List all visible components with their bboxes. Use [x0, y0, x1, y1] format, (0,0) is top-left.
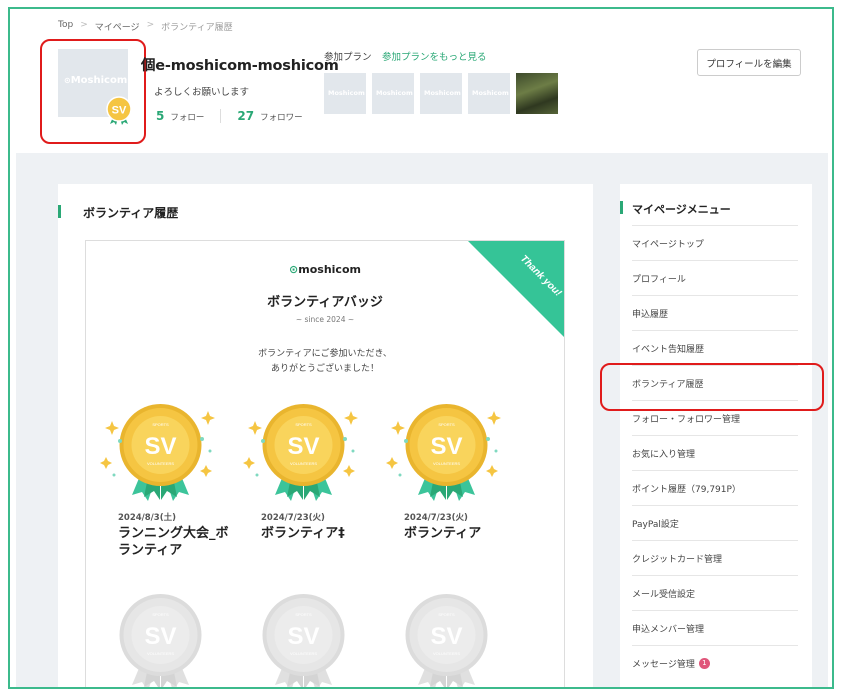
badge-date: 2024/7/23(火): [261, 513, 325, 523]
menu-item-label: マイページトップ: [632, 239, 704, 250]
plan-thumbnail[interactable]: Moshicom: [420, 73, 462, 114]
badge-card: Thank you! ⊙moshicom ボランティアバッジ ~ since 2…: [85, 240, 565, 687]
menu-item[interactable]: 申込履歴: [632, 295, 798, 330]
menu-item[interactable]: マイページトップ: [632, 225, 798, 260]
menu-list: マイページトップ プロフィール 申込履歴 イベント告知履歴 ボランティア履歴 フォロー・フ…: [632, 225, 798, 680]
menu-item-label: プロフィール: [632, 274, 686, 285]
notification-badge: 1: [698, 657, 710, 669]
svg-text:SPORTS: SPORTS: [438, 422, 455, 427]
badge-date: 2024/7/23(火): [404, 513, 468, 523]
plan-thumbnail-photo[interactable]: [516, 73, 558, 114]
svg-text:SV: SV: [430, 433, 462, 460]
svg-text:VOLUNTEERS: VOLUNTEERS: [147, 461, 174, 466]
mypage-menu: マイページメニュー マイページトップ プロフィール 申込履歴 イベント告知履歴 ボランテ…: [620, 184, 812, 687]
menu-highlight: [600, 363, 824, 411]
menu-item[interactable]: 申込メンバー管理: [632, 610, 798, 645]
badge-event-name: ランニング大会_ボランティア: [118, 526, 229, 558]
svg-text:VOLUNTEERS: VOLUNTEERS: [290, 651, 317, 656]
user-name: 個e-moshicom-moshicom: [141, 58, 339, 74]
plans-more-link[interactable]: 参加プランをもっと見る: [382, 49, 487, 63]
content-background: ボランティア履歴 Thank you! ⊙moshicom ボランティアバッジ …: [16, 153, 828, 687]
divider: [220, 109, 222, 123]
volunteer-badge[interactable]: SPORTS SV VOLUNTEERS 2024/7/23(火) ボランティア‡: [241, 397, 366, 542]
sv-medal-icon: SPORTS SV VOLUNTEERS: [241, 587, 366, 687]
volunteer-badge-locked[interactable]: SPORTS SV VOLUNTEERS: [241, 587, 366, 687]
svg-text:VOLUNTEERS: VOLUNTEERS: [433, 461, 460, 466]
menu-item-label: ポイント履歴（79,791P）: [632, 484, 741, 495]
plan-thumbnail[interactable]: Moshicom: [372, 73, 414, 114]
sv-medal-icon: SPORTS SV VOLUNTEERS: [98, 587, 223, 687]
avatar-highlight: [40, 39, 146, 144]
menu-item-label: フォロー・フォロワー管理: [632, 414, 741, 425]
menu-item[interactable]: クレジットカード管理: [632, 540, 798, 575]
menu-item[interactable]: ポイント履歴（79,791P）: [632, 470, 798, 505]
moshicom-logo: ⊙moshicom: [289, 263, 361, 276]
menu-item-label: お気に入り管理: [632, 449, 696, 460]
page-frame: Top > マイページ > ボランティア履歴 ⊙Moshicom SV 個e-m…: [8, 7, 834, 689]
menu-item[interactable]: メール受信設定: [632, 575, 798, 610]
breadcrumb: Top > マイページ > ボランティア履歴: [58, 20, 233, 33]
menu-item-label: メッセージ管理: [632, 659, 695, 670]
svg-text:SPORTS: SPORTS: [438, 612, 455, 617]
badge-card-since: ~ since 2024 ~: [295, 315, 355, 324]
menu-item[interactable]: イベント告知履歴: [632, 330, 798, 365]
sv-medal-icon: SPORTS SV VOLUNTEERS: [384, 397, 509, 507]
volunteer-badge-locked[interactable]: SPORTS SV VOLUNTEERS: [384, 587, 509, 687]
follow-stats: 5 フォロー 27 フォロワー: [156, 109, 303, 123]
svg-text:SPORTS: SPORTS: [295, 612, 312, 617]
menu-item-label: メール受信設定: [632, 589, 696, 600]
badge-date: 2024/8/3(土): [118, 513, 176, 523]
menu-item-label: PayPal設定: [632, 519, 679, 530]
menu-item[interactable]: PayPal設定: [632, 505, 798, 540]
svg-text:VOLUNTEERS: VOLUNTEERS: [147, 651, 174, 656]
menu-item-label: 申込履歴: [632, 309, 669, 320]
plans-title: 参加プラン: [324, 52, 372, 63]
section-title: ボランティア履歴: [58, 204, 178, 221]
badge-card-title: ボランティアバッジ: [267, 295, 383, 310]
menu-item[interactable]: お気に入り管理: [632, 435, 798, 470]
badge-card-thanks: ボランティアにご参加いただき、 ありがとうございました！: [258, 349, 392, 374]
follower-label[interactable]: フォロワー: [260, 111, 303, 123]
edit-profile-button[interactable]: プロフィールを編集: [697, 49, 801, 76]
breadcrumb-separator: >: [80, 20, 88, 30]
plan-thumbnail[interactable]: Moshicom: [324, 73, 366, 114]
svg-text:SPORTS: SPORTS: [152, 422, 169, 427]
plans-list: Moshicom Moshicom Moshicom Moshicom: [324, 73, 558, 114]
svg-text:SV: SV: [287, 433, 319, 460]
volunteer-badge[interactable]: SPORTS SV VOLUNTEERS 2024/7/23(火) ボランティア: [384, 397, 509, 542]
breadcrumb-mypage[interactable]: マイページ: [95, 20, 140, 33]
badge-event-name: ボランティア: [404, 526, 482, 541]
svg-text:SPORTS: SPORTS: [295, 422, 312, 427]
breadcrumb-separator: >: [146, 20, 155, 30]
breadcrumb-top[interactable]: Top: [58, 20, 73, 33]
follower-count[interactable]: 27: [237, 109, 254, 123]
menu-item-label: イベント告知履歴: [632, 344, 705, 355]
user-greeting: よろしくお願いします: [154, 87, 250, 98]
svg-text:SV: SV: [430, 623, 462, 650]
svg-text:SV: SV: [287, 623, 319, 650]
svg-text:SV: SV: [144, 623, 176, 650]
menu-item-label: 申込メンバー管理: [632, 624, 705, 635]
svg-text:VOLUNTEERS: VOLUNTEERS: [290, 461, 317, 466]
menu-item[interactable]: プロフィール: [632, 260, 798, 295]
svg-text:VOLUNTEERS: VOLUNTEERS: [433, 651, 460, 656]
volunteer-badge-locked[interactable]: SPORTS SV VOLUNTEERS: [98, 587, 223, 687]
menu-title: マイページメニュー: [620, 201, 731, 217]
plan-thumbnail[interactable]: Moshicom: [468, 73, 510, 114]
svg-text:SPORTS: SPORTS: [152, 612, 169, 617]
follow-count[interactable]: 5: [156, 109, 164, 123]
menu-item[interactable]: メッセージ管理 1: [632, 645, 798, 680]
follow-label[interactable]: フォロー: [170, 111, 204, 123]
sv-medal-icon: SPORTS SV VOLUNTEERS: [98, 397, 223, 507]
svg-text:SV: SV: [144, 433, 176, 460]
volunteer-history-panel: ボランティア履歴 Thank you! ⊙moshicom ボランティアバッジ …: [58, 184, 593, 687]
badge-event-name: ボランティア‡: [261, 526, 345, 541]
breadcrumb-current: ボランティア履歴: [161, 23, 233, 33]
sv-medal-icon: SPORTS SV VOLUNTEERS: [241, 397, 366, 507]
volunteer-badge[interactable]: SPORTS SV VOLUNTEERS 2024/8/3(土) ランニング大会_…: [98, 397, 229, 559]
sv-medal-icon: SPORTS SV VOLUNTEERS: [384, 587, 509, 687]
menu-item-label: クレジットカード管理: [632, 554, 723, 565]
